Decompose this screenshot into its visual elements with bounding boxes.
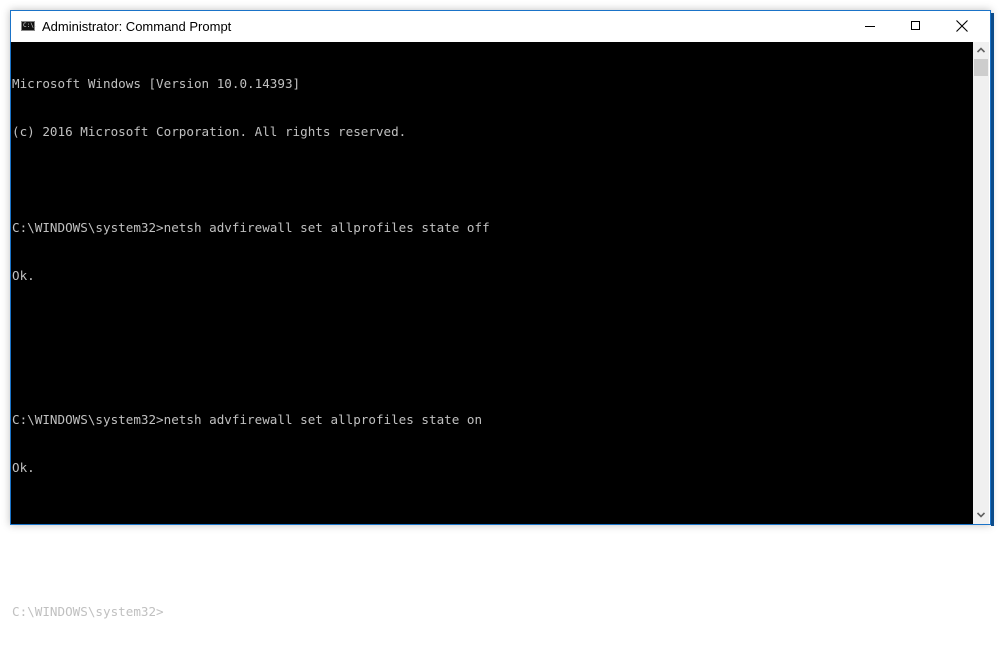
prompt-text: C:\WINDOWS\system32>: [12, 604, 164, 619]
title-bar[interactable]: C:\. Administrator: Command Prompt: [11, 11, 990, 42]
command-prompt-window: C:\. Administrator: Command Prompt Micro…: [10, 10, 994, 619]
scrollbar-thumb[interactable]: [974, 59, 988, 76]
console-line: C:\WINDOWS\system32>netsh advfirewall se…: [12, 220, 490, 235]
minimize-button[interactable]: [847, 11, 893, 42]
chevron-up-icon: [977, 47, 985, 53]
close-button[interactable]: [939, 11, 985, 42]
scroll-up-button[interactable]: [973, 42, 989, 59]
text-cursor: [163, 615, 172, 618]
console-output[interactable]: Microsoft Windows [Version 10.0.14393] (…: [11, 42, 973, 619]
console-line: C:\WINDOWS\system32>netsh advfirewall se…: [12, 412, 483, 427]
console-line: Ok.: [12, 268, 35, 283]
console-line: Microsoft Windows [Version 10.0.14393]: [12, 76, 301, 91]
close-icon: [956, 20, 968, 32]
maximize-button[interactable]: [893, 11, 939, 42]
window-title: Administrator: Command Prompt: [42, 19, 232, 34]
console-line: (c) 2016 Microsoft Corporation. All righ…: [12, 124, 407, 139]
minimize-icon: [865, 26, 875, 27]
cmd-icon[interactable]: C:\.: [21, 21, 38, 31]
vertical-scrollbar[interactable]: [973, 42, 989, 524]
scroll-down-button[interactable]: [973, 507, 989, 524]
cmd-icon-glyph: C:\.: [23, 22, 38, 29]
maximize-icon: [911, 21, 920, 30]
chevron-down-icon: [977, 512, 985, 518]
console-line: Ok.: [12, 460, 35, 475]
prompt-line[interactable]: C:\WINDOWS\system32>: [12, 604, 973, 620]
